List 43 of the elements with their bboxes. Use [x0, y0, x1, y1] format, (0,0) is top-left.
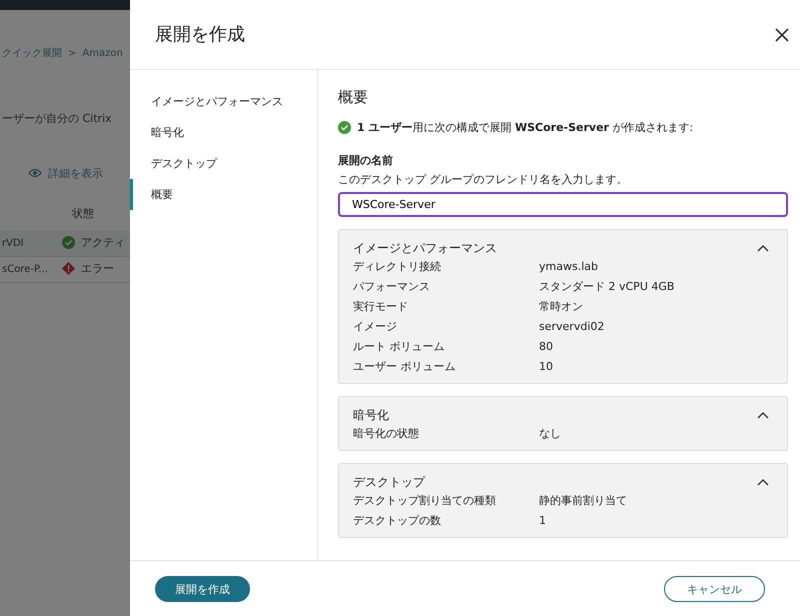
status-text: アクティ [81, 234, 125, 251]
create-button[interactable]: 展開を作成 [155, 576, 250, 602]
nav-item[interactable]: イメージとパフォーマンス [130, 86, 301, 117]
nav-item[interactable]: 概要 [130, 179, 191, 210]
description-text: ーザーが自分の Citrix [1, 111, 113, 127]
field-label: 展開の名前 [338, 152, 394, 168]
detail-label: デスクトップの数 [353, 513, 442, 530]
check-icon [338, 120, 351, 136]
name-field[interactable]: WSCore-Server [338, 192, 788, 216]
detail-label: 暗号化の状態 [353, 426, 420, 442]
detail-value: 10 [539, 359, 553, 376]
dialog-title: 展開を作成 [155, 24, 245, 46]
breadcrumb-separator: > [68, 47, 76, 61]
detail-value: ymaws.lab [539, 259, 598, 276]
nav-item[interactable]: デスクトップ [130, 148, 235, 179]
table-cell-text: sCore-P... [1, 262, 49, 276]
field-hint: このデスクトップ グループのフレンドリ名を入力します。 [338, 172, 628, 188]
nav-item[interactable]: 暗号化 [130, 117, 202, 148]
detail-value: 80 [539, 339, 553, 356]
detail-label: ディレクトリ接続 [353, 259, 442, 276]
panel-title: 暗号化 [353, 406, 389, 424]
error-icon [62, 260, 75, 278]
summary-message: 1 ユーザー用に次の構成で展開 WSCore-Server が作成されます: [357, 120, 694, 136]
status-text: エラー [81, 260, 114, 277]
table-cell-text: rVDI [1, 236, 25, 250]
check-icon [62, 234, 75, 252]
detail-label: ルート ボリューム [353, 339, 446, 356]
column-header: 状態 [71, 206, 95, 222]
detail-label: イメージ [353, 319, 398, 336]
panel-title: イメージとパフォーマンス [353, 240, 497, 256]
detail-label: ユーザー ボリューム [353, 359, 456, 376]
panel-title: デスクトップ [353, 474, 425, 490]
detail-value: 静的事前割り当て [539, 493, 627, 510]
detail-label: 実行モード [353, 299, 409, 316]
cancel-button[interactable]: キャンセル [664, 576, 765, 602]
detail-value: servervdi02 [539, 319, 604, 336]
detail-label: パフォーマンス [353, 279, 431, 296]
detail-value: 1 [539, 513, 546, 530]
detail-value: スタンダード 2 vCPU 4GB [539, 279, 674, 296]
detail-label: デスクトップ割り当ての種類 [353, 493, 497, 510]
detail-value: なし [539, 426, 561, 442]
section-heading: 概要 [338, 88, 369, 106]
detail-value: 常時オン [539, 299, 583, 316]
